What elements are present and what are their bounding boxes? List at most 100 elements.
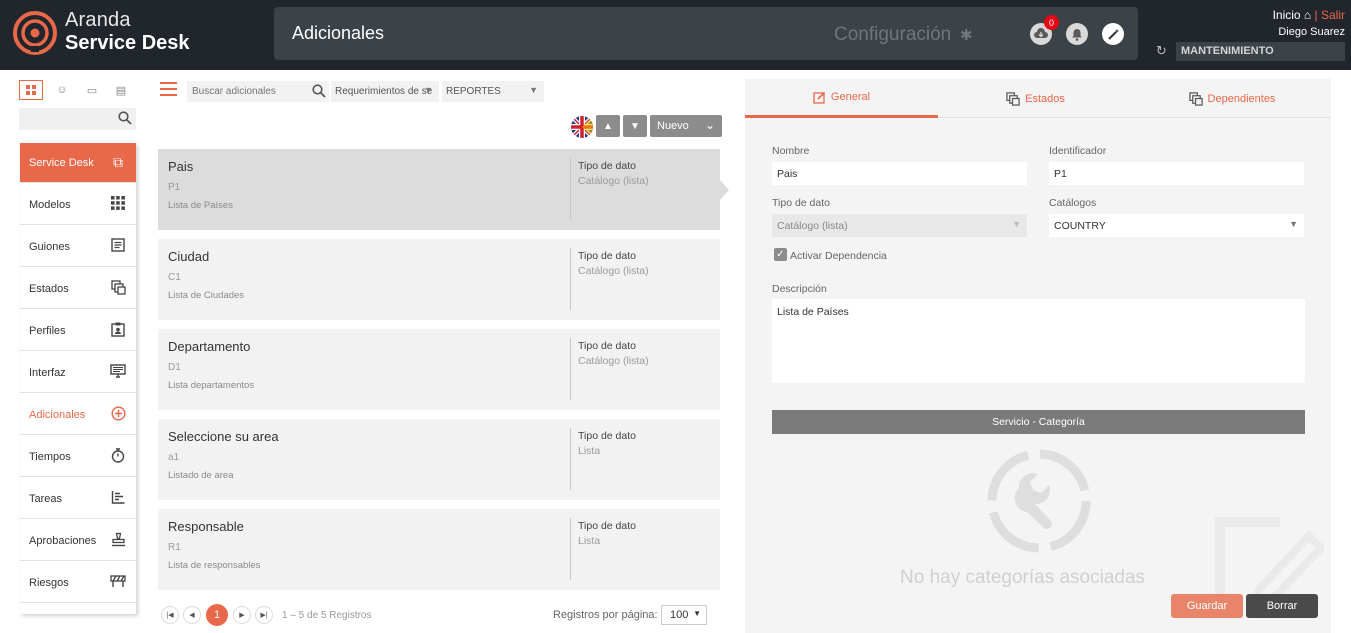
refresh-icon[interactable]: ↻ <box>1156 43 1167 59</box>
logo: Aranda Service Desk <box>10 8 210 58</box>
per-page-select[interactable]: 100 ▼ <box>661 605 707 625</box>
record-code: R1 <box>168 542 181 553</box>
project-filter-select[interactable]: Requerimientos de se ▼ <box>331 81 439 102</box>
sidebar-item-aprobaciones[interactable]: Aprobaciones <box>20 521 136 561</box>
home-icon[interactable]: ⌂ <box>1304 8 1311 22</box>
sidebar-item-label: Interfaz <box>29 367 66 379</box>
layers-icon: ⧉ <box>113 154 123 170</box>
logout-link[interactable]: Salir <box>1321 8 1345 22</box>
dependency-checkbox[interactable]: ✓ <box>774 248 787 261</box>
gear-icon[interactable]: ✱ <box>960 26 973 44</box>
sidebar-item-service-desk[interactable]: Service Desk ⧉ <box>20 143 136 183</box>
language-flag-icon[interactable] <box>571 116 593 138</box>
menu-icon[interactable] <box>160 82 177 96</box>
sidebar-item-guiones[interactable]: Guiones <box>20 227 136 267</box>
record-name: Pais <box>168 159 194 174</box>
delete-button[interactable]: Borrar <box>1246 594 1318 618</box>
wrench-icon <box>987 449 1091 553</box>
category-filter-value: REPORTES <box>446 86 501 97</box>
list-item[interactable]: Responsable R1 Lista de responsables Tip… <box>158 509 720 590</box>
config-label[interactable]: Configuración <box>834 24 951 46</box>
magic-wand-icon[interactable] <box>1102 23 1124 45</box>
states-icon <box>110 280 126 296</box>
new-button[interactable]: Nuevo ⌄ <box>650 115 722 137</box>
dependency-label: Activar Dependencia <box>790 250 887 262</box>
tab-dependientes[interactable]: Dependientes <box>1133 79 1331 118</box>
detail-tabs: General Estados Dependientes <box>745 79 1331 118</box>
bell-icon[interactable] <box>1066 23 1088 45</box>
page-title: Adicionales <box>292 23 385 43</box>
grid-view-icon[interactable] <box>19 80 43 100</box>
record-description: Lista de Países <box>168 200 233 211</box>
data-type-label: Tipo de dato <box>772 197 830 209</box>
chevron-down-icon: ▼ <box>1012 219 1021 229</box>
home-link[interactable]: Inicio <box>1273 8 1301 22</box>
record-name: Responsable <box>168 519 244 534</box>
tab-label: Dependientes <box>1207 92 1276 105</box>
sidebar-item-adicionales[interactable]: Adicionales <box>20 395 136 435</box>
record-name: Seleccione su area <box>168 429 279 444</box>
sidebar-item-label: Guiones <box>29 241 70 253</box>
edit-icon <box>813 91 825 104</box>
brand-line2: Service Desk <box>65 32 190 54</box>
move-down-button[interactable]: ▼ <box>623 115 647 137</box>
divider <box>570 518 571 580</box>
sidebar-item-label: Tiempos <box>29 451 71 463</box>
record-name: Departamento <box>168 339 251 354</box>
sidebar-item-perfiles[interactable]: Perfiles <box>20 311 136 351</box>
last-page-icon[interactable]: ▶| <box>255 606 273 624</box>
catalog-select[interactable]: COUNTRY ▼ <box>1049 214 1304 237</box>
sidebar-item-tiempos[interactable]: Tiempos <box>20 437 136 477</box>
chevron-down-icon: ⌄ <box>704 118 715 132</box>
list-item[interactable]: Ciudad C1 Lista de Ciudades Tipo de dato… <box>158 239 720 320</box>
sidebar-item-tareas[interactable]: Tareas <box>20 479 136 519</box>
record-description: Listado de area <box>168 470 234 481</box>
category-filter-select[interactable]: REPORTES ▼ <box>442 81 544 102</box>
page-number-current[interactable]: 1 <box>206 604 228 626</box>
record-type-label: Tipo de dato <box>578 160 636 172</box>
identifier-label: Identificador <box>1049 145 1107 157</box>
device-icon[interactable]: ▤ <box>109 80 133 100</box>
sidebar-item-riesgos[interactable]: Riesgos <box>20 563 136 603</box>
monitor-icon[interactable]: ▭ <box>80 80 104 100</box>
view-switcher: ☺ ▭ ▤ <box>19 80 137 100</box>
divider <box>570 338 571 400</box>
divider <box>570 158 571 220</box>
stamp-icon <box>110 532 126 548</box>
list-item[interactable]: Departamento D1 Lista departamentos Tipo… <box>158 329 720 410</box>
chevron-down-icon: ▼ <box>424 85 433 95</box>
record-code: a1 <box>168 452 180 463</box>
search-icon[interactable] <box>118 111 132 125</box>
sidebar-item-interfaz[interactable]: Interfaz <box>20 353 136 393</box>
list-item[interactable]: Seleccione su area a1 Listado de area Ti… <box>158 419 720 500</box>
move-up-button[interactable]: ▲ <box>596 115 620 137</box>
save-button[interactable]: Guardar <box>1171 594 1243 618</box>
tab-estados[interactable]: Estados <box>938 79 1133 118</box>
search-input[interactable] <box>187 81 329 102</box>
tab-general[interactable]: General <box>745 79 938 118</box>
record-type-label: Tipo de dato <box>578 430 636 442</box>
next-page-icon[interactable]: ▶ <box>233 606 251 624</box>
prev-page-icon[interactable]: ◀ <box>183 606 201 624</box>
divider <box>570 248 571 310</box>
list-item[interactable]: Pais P1 Lista de Países Tipo de dato Cat… <box>158 149 720 230</box>
document-icon <box>110 238 126 254</box>
monitor-icon <box>110 364 126 380</box>
description-field[interactable]: Lista de Países <box>772 299 1305 383</box>
sidebar-item-modelos[interactable]: Modelos <box>20 185 136 225</box>
sidebar-item-label: Perfiles <box>29 325 66 337</box>
support-agent-icon[interactable]: ☺ <box>50 80 74 100</box>
name-field[interactable]: Pais <box>772 162 1027 185</box>
name-label: Nombre <box>772 145 810 157</box>
mode-selector[interactable]: MANTENIMIENTO <box>1176 42 1345 61</box>
search-icon[interactable] <box>312 84 326 98</box>
empty-message: No hay categorías asociadas <box>900 567 1146 588</box>
per-page-label: Registros por página: <box>553 609 658 621</box>
per-page-value: 100 <box>670 609 689 621</box>
identifier-field[interactable]: P1 <box>1049 162 1304 185</box>
first-page-icon[interactable]: |◀ <box>161 606 179 624</box>
catalog-label: Catálogos <box>1049 197 1097 209</box>
sidebar-item-label: Service Desk <box>29 157 94 169</box>
sidebar-item-estados[interactable]: Estados <box>20 269 136 309</box>
sidebar-search[interactable] <box>19 108 136 130</box>
